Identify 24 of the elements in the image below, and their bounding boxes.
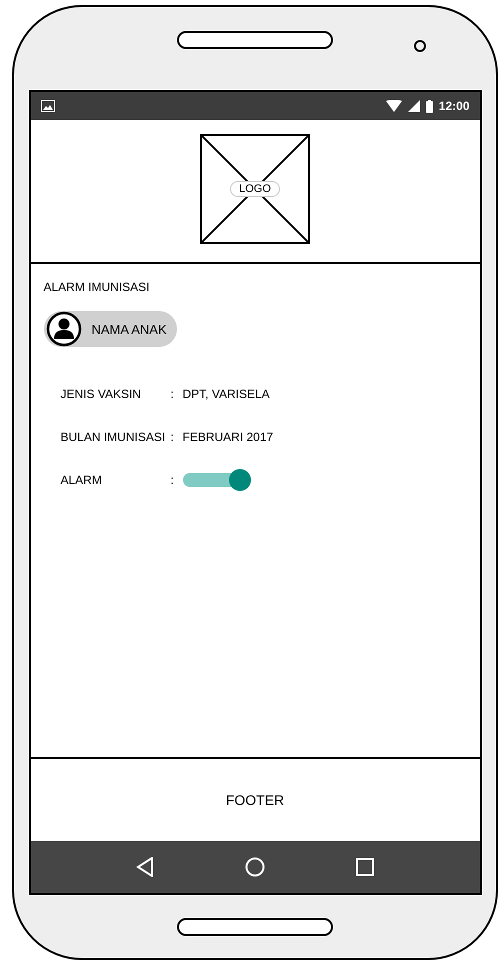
image-icon <box>40 100 54 112</box>
colon-separator: : <box>170 387 175 401</box>
child-chip[interactable]: NAMA ANAK <box>44 311 177 347</box>
field-label: JENIS VAKSIN <box>60 387 142 401</box>
signal-icon <box>408 100 420 112</box>
alarm-switch[interactable] <box>182 469 252 491</box>
wifi-icon <box>386 100 402 112</box>
camera-dot <box>414 40 426 52</box>
colon-separator: : <box>170 473 175 487</box>
back-icon[interactable] <box>136 857 154 877</box>
colon-separator: : <box>170 430 175 444</box>
logo-label: LOGO <box>230 181 280 197</box>
page-title: ALARM IMUNISASI <box>44 280 151 294</box>
recents-icon[interactable] <box>356 858 374 876</box>
field-value: FEBRUARI 2017 <box>182 430 274 444</box>
battery-icon <box>426 100 433 112</box>
user-icon <box>46 311 82 347</box>
home-button[interactable] <box>177 918 333 936</box>
home-icon[interactable] <box>245 857 265 877</box>
footer-text: FOOTER <box>226 792 284 808</box>
clock-time: 12:00 <box>438 99 470 113</box>
field-label: ALARM <box>60 473 103 487</box>
field-label: BULAN IMUNISASI <box>60 430 166 444</box>
field-value: DPT, VARISELA <box>182 387 270 401</box>
